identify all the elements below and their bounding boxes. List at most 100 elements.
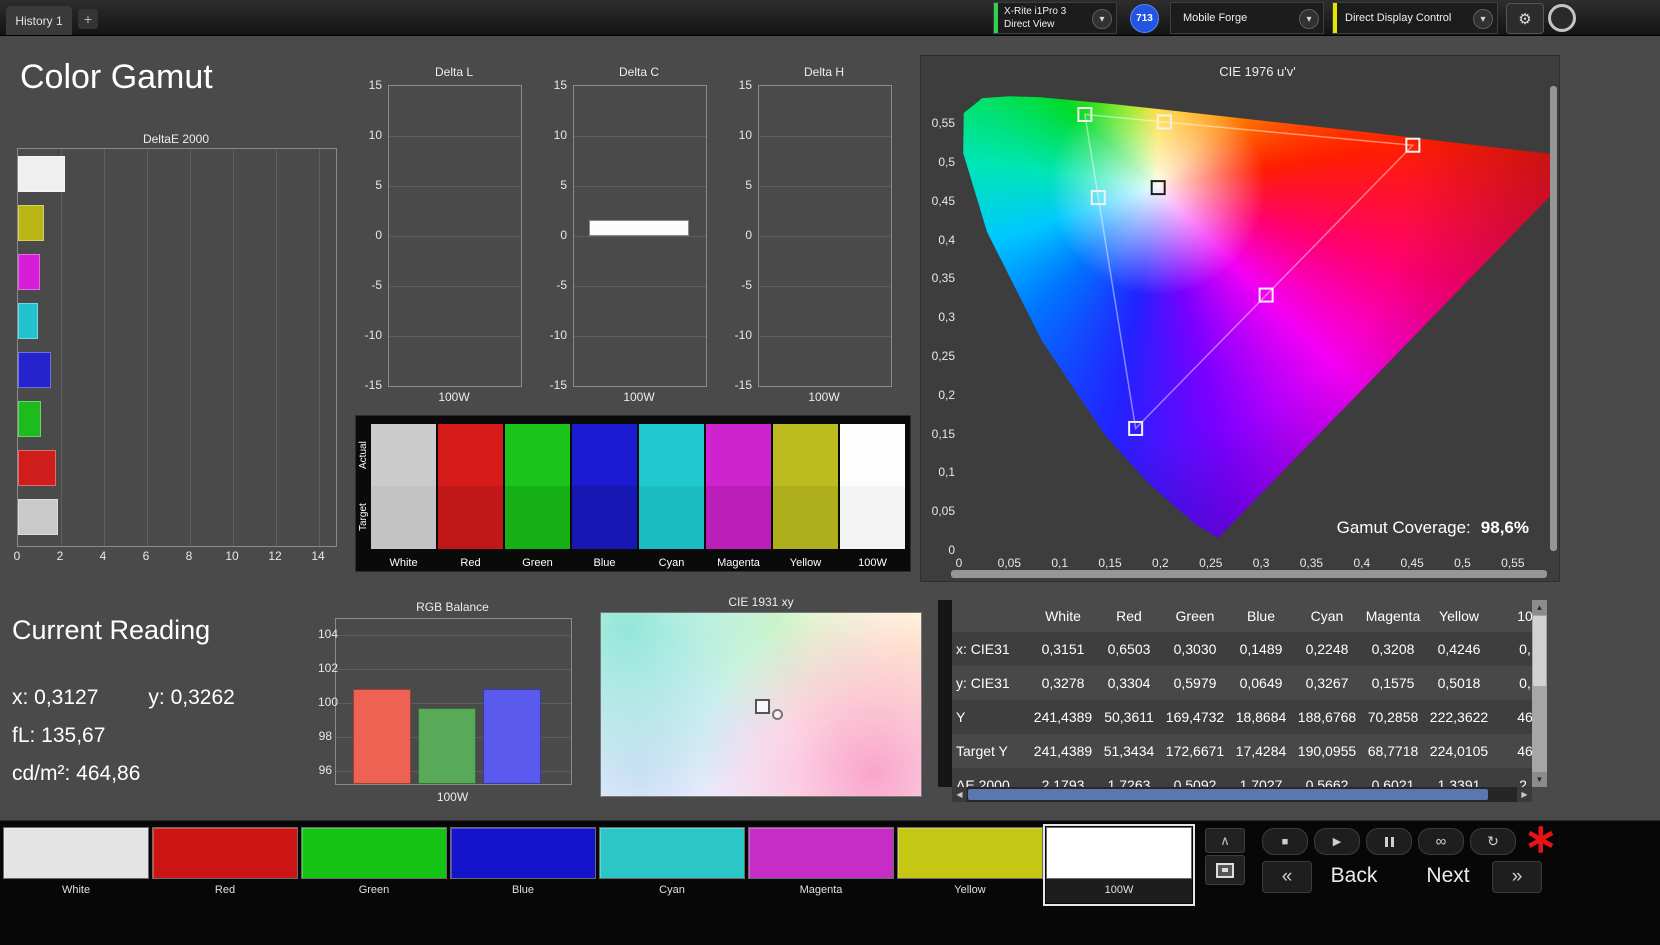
delta-l-chart: Delta L 100W 15 10 5 0 -5 -10 -15	[348, 65, 528, 410]
patch-label: Yellow	[954, 884, 986, 896]
table-cell: 46	[1517, 709, 1532, 725]
scroll-left-icon[interactable]: ◀	[952, 787, 967, 802]
source-dropdown[interactable]: Mobile Forge ▾	[1170, 2, 1324, 34]
patch-button-100w[interactable]: 100W	[1043, 824, 1195, 906]
calman-window: History 1 + X-Rite i1Pro 3 Direct View ▾…	[0, 0, 1660, 945]
scroll-thumb[interactable]	[968, 789, 1488, 800]
next-button[interactable]: Next	[1408, 861, 1488, 891]
swatch-column-blue: Blue	[572, 424, 637, 569]
add-tab-button[interactable]: +	[78, 9, 98, 29]
row-label: y: CIE31	[956, 675, 1010, 691]
scroll-up-icon[interactable]: ▲	[1532, 600, 1547, 615]
axis-tick-label: 5	[375, 178, 382, 192]
table-row[interactable]: ΔE 2000 2,1793 1,7263 0,5092 1,7027 0,5662 0,6…	[952, 768, 1532, 787]
patch-swatch	[450, 827, 596, 879]
table-cell: 241,4389	[1033, 709, 1093, 725]
swatch-label: Yellow	[789, 557, 822, 569]
deltae-bar-cyan	[18, 303, 39, 339]
target-point-marker	[755, 699, 770, 714]
chevron-down-icon[interactable]: ▾	[1473, 9, 1493, 29]
tab-history-1[interactable]: History 1	[6, 6, 72, 35]
axis-tick-label: -5	[371, 278, 382, 292]
table-header-cell: White	[1045, 608, 1081, 624]
table-scrollbar-vertical[interactable]: ▲ ▼	[1532, 600, 1547, 787]
settings-button[interactable]: ⚙	[1506, 3, 1544, 34]
chart-title: Delta L	[434, 65, 474, 79]
patch-button-magenta[interactable]: Magenta	[748, 827, 894, 903]
meter-dropdown[interactable]: X-Rite i1Pro 3 Direct View ▾	[993, 2, 1117, 34]
swatch-column-100w: 100W	[840, 424, 905, 569]
deltae-x-axis: 0 2 4 6 8 10 12 14	[14, 549, 335, 563]
grid-line	[574, 286, 706, 287]
target-swatch	[572, 486, 637, 549]
scroll-right-icon[interactable]: ▶	[1517, 787, 1532, 802]
cie-scrollbar-vertical[interactable]	[1550, 86, 1557, 551]
table-cell: 1,3391	[1437, 777, 1481, 787]
axis-tick-label: -5	[556, 278, 567, 292]
table-cell: 2,1793	[1041, 777, 1085, 787]
swatch-column-yellow: Yellow	[773, 424, 838, 569]
table-header-row: White Red Green Blue Cyan Magenta Yellow 10	[952, 600, 1532, 632]
measured-point-marker	[772, 709, 783, 720]
swatch-column-magenta: Magenta	[706, 424, 771, 569]
table-row[interactable]: y: CIE31 0,3278 0,3304 0,5979 0,0649 0,3267 0,…	[952, 666, 1532, 700]
axis-tick-label: 10	[368, 128, 382, 142]
play-button[interactable]: ▶	[1314, 828, 1360, 855]
patch-button-green[interactable]: Green	[301, 827, 447, 903]
scroll-down-icon[interactable]: ▼	[1532, 772, 1547, 787]
app-logo-icon[interactable]	[1548, 4, 1576, 32]
table-cell: 224,0105	[1429, 743, 1489, 759]
table-row[interactable]: Y 241,4389 50,3611 169,4732 18,8684 188,6768 7…	[952, 700, 1532, 734]
back-arrow-button[interactable]: «	[1262, 861, 1312, 893]
patch-label: Cyan	[659, 884, 685, 896]
axis-tick-label: 10	[738, 128, 752, 142]
patch-button-white[interactable]: White	[3, 827, 149, 903]
axis-tick-label: 10	[553, 128, 567, 142]
axis-tick-label: 0,5	[938, 155, 955, 169]
next-arrow-button[interactable]: »	[1492, 861, 1542, 893]
table-header-cell: 10	[1517, 608, 1532, 624]
meter-count-badge: 713	[1130, 4, 1159, 33]
double-right-icon: »	[1511, 866, 1523, 887]
table-cell: 2,	[1519, 777, 1531, 787]
refresh-button[interactable]: ↻	[1470, 828, 1516, 855]
deltae-bar-white	[18, 156, 66, 192]
chart-title: Delta C	[618, 65, 659, 79]
chart-title: CIE 1976 u'v'	[1219, 64, 1296, 79]
chevron-down-icon[interactable]: ▾	[1092, 9, 1112, 29]
axis-tick-label: 100W	[436, 790, 469, 804]
table-row[interactable]: Target Y 241,4389 51,3434 172,6671 17,4284 19…	[952, 734, 1532, 768]
pause-button[interactable]	[1366, 828, 1412, 855]
autocal-star-icon[interactable]: ∗	[1524, 815, 1558, 863]
scroll-thumb[interactable]	[1533, 616, 1546, 686]
patch-window-button[interactable]	[1205, 855, 1245, 885]
play-icon: ▶	[1332, 836, 1342, 848]
continuous-read-button[interactable]: ∞	[1418, 828, 1464, 855]
gamut-triangle	[1083, 113, 1415, 431]
swatch-label: Magenta	[717, 557, 760, 569]
back-button[interactable]: Back	[1314, 861, 1394, 891]
patch-button-red[interactable]: Red	[152, 827, 298, 903]
table-header-cell: Red	[1116, 608, 1142, 624]
table-row[interactable]: x: CIE31 0,3151 0,6503 0,3030 0,1489 0,2248 0,…	[952, 632, 1532, 666]
table-cell: 222,3622	[1429, 709, 1489, 725]
collapse-panel-button[interactable]: ∧	[1205, 828, 1245, 853]
table-cell: 0,1489	[1239, 641, 1283, 657]
target-swatch	[371, 486, 436, 549]
axis-tick-label: 0	[375, 228, 382, 242]
stop-button[interactable]: ■	[1262, 828, 1308, 855]
axis-tick-label: 0,35	[931, 271, 955, 286]
table-scrollbar-horizontal[interactable]: ◀ ▶	[952, 787, 1532, 802]
axis-tick-label: 100W	[623, 390, 655, 404]
axis-tick-label: 0,45	[1400, 556, 1424, 570]
axis-tick-label: 0,25	[1199, 556, 1223, 570]
patch-button-yellow[interactable]: Yellow	[897, 827, 1043, 903]
delta-plot	[573, 85, 707, 387]
current-reading-title: Current Reading	[12, 615, 211, 645]
chevron-down-icon[interactable]: ▾	[1299, 9, 1319, 29]
patch-swatch	[897, 827, 1043, 879]
display-control-dropdown[interactable]: Direct Display Control ▾	[1332, 2, 1498, 34]
patch-button-cyan[interactable]: Cyan	[599, 827, 745, 903]
cie-scrollbar-horizontal[interactable]	[951, 570, 1547, 578]
patch-button-blue[interactable]: Blue	[450, 827, 596, 903]
